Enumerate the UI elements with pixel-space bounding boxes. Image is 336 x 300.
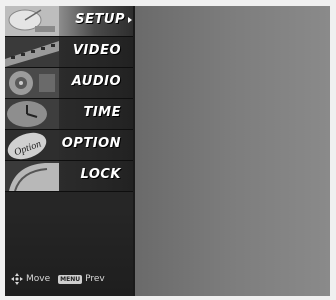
setup-menu: SETUP VIDEO AUDIO TIME Option OPTION LOC… — [5, 6, 135, 296]
menu-item-time[interactable]: TIME — [5, 99, 133, 130]
menu-item-label: LOCK — [80, 167, 121, 182]
film-reel-icon — [5, 37, 59, 67]
tv-screen: SETUP VIDEO AUDIO TIME Option OPTION LOC… — [5, 6, 330, 296]
move-arrows-icon — [11, 273, 23, 285]
menu-item-label: OPTION — [61, 136, 121, 151]
menu-item-setup[interactable]: SETUP — [5, 6, 133, 37]
move-hint: Move — [11, 273, 50, 285]
lock-icon — [5, 161, 59, 191]
satellite-dish-icon — [5, 6, 59, 36]
menu-item-lock[interactable]: LOCK — [5, 161, 133, 192]
menu-item-video[interactable]: VIDEO — [5, 37, 133, 68]
prev-hint: MENU Prev — [58, 274, 105, 284]
menu-footer: Move MENU Prev — [5, 262, 133, 296]
option-badge-icon: Option — [5, 130, 59, 160]
menu-item-label: AUDIO — [71, 74, 121, 89]
move-label: Move — [26, 274, 51, 284]
prev-label: Prev — [85, 274, 105, 284]
arrow-right-icon — [128, 17, 132, 23]
menu-item-label: VIDEO — [72, 43, 121, 58]
menu-item-audio[interactable]: AUDIO — [5, 68, 133, 99]
menu-key-icon: MENU — [58, 274, 83, 284]
menu-item-option[interactable]: Option OPTION — [5, 130, 133, 161]
menu-item-label: SETUP — [75, 12, 125, 27]
clock-icon — [5, 99, 59, 129]
menu-item-label: TIME — [83, 105, 121, 120]
speaker-icon — [5, 68, 59, 98]
